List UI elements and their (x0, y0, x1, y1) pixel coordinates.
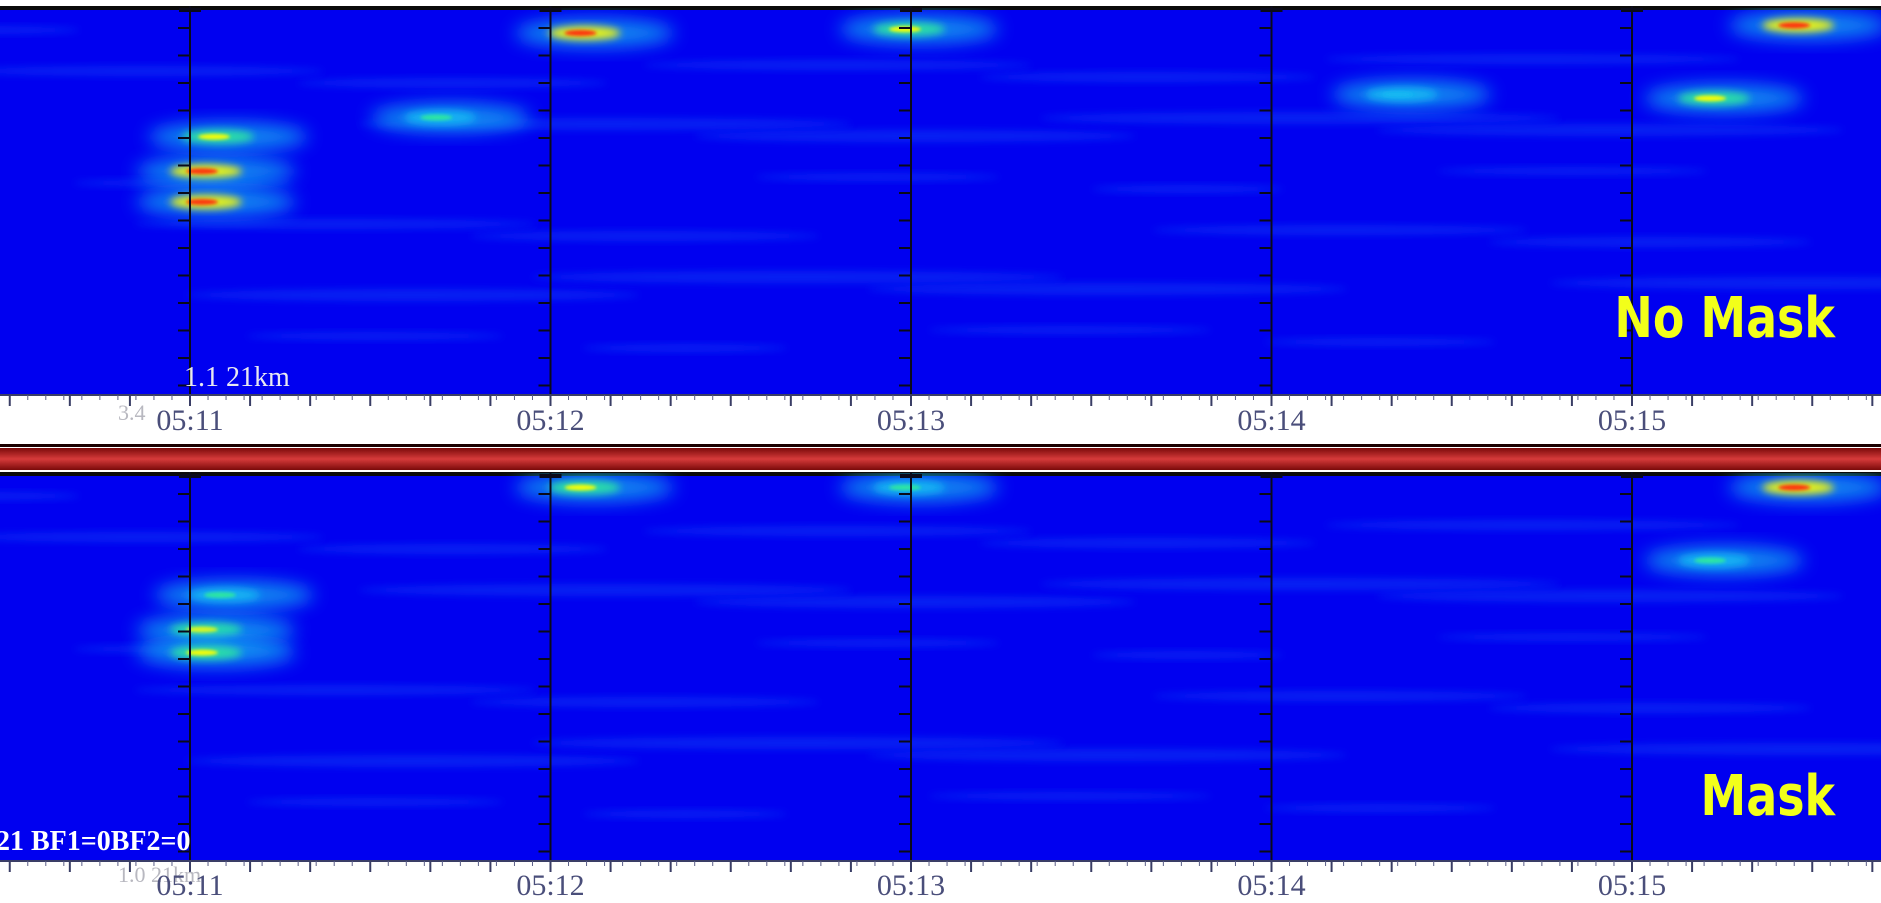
heatmap-hotspot (838, 15, 999, 44)
heatmap-hotspot (1644, 546, 1805, 575)
x-tick-label: 05:13 (876, 404, 946, 437)
x-tick-label: 05:14 (1237, 404, 1306, 437)
spectrogram-figure (0, 6, 1881, 892)
panel-separator (0, 448, 1881, 470)
x-tick-label: 05:14 (1237, 869, 1306, 902)
range-readout-top: 1.1 21km (184, 362, 290, 393)
heatmap-hotspot (1331, 80, 1492, 109)
heatmap-hotspot (514, 19, 675, 48)
x-tick-label: 05:11 (156, 869, 224, 902)
faint-readout-top: 3.4 (118, 400, 146, 425)
heatmap-hotspot (148, 122, 309, 151)
x-tick-label: 05:12 (516, 869, 585, 902)
heatmap-hotspot (1728, 11, 1881, 40)
heatmap-hotspot (1728, 473, 1881, 502)
x-tick-label: 05:13 (876, 869, 946, 902)
no-mask-label: No Mask (1614, 286, 1835, 351)
x-tick-label: 05:11 (156, 404, 224, 437)
bf-readout-bottom: 21 BF1=0BF2=0 (0, 826, 191, 857)
heatmap-hotspot (136, 638, 297, 667)
x-tick-label: 05:15 (1597, 869, 1667, 902)
mask-label: Mask (1700, 764, 1835, 829)
heatmap-hotspot (370, 103, 531, 132)
heatmap-hotspot (136, 157, 297, 186)
heatmap-hotspot (1644, 84, 1805, 113)
x-tick-label: 05:15 (1597, 404, 1667, 437)
heatmap-hotspot (514, 473, 675, 502)
heatmap-hotspot (136, 188, 297, 216)
x-tick-label: 05:12 (516, 404, 585, 437)
spectrogram-panel-mask (0, 472, 1881, 892)
